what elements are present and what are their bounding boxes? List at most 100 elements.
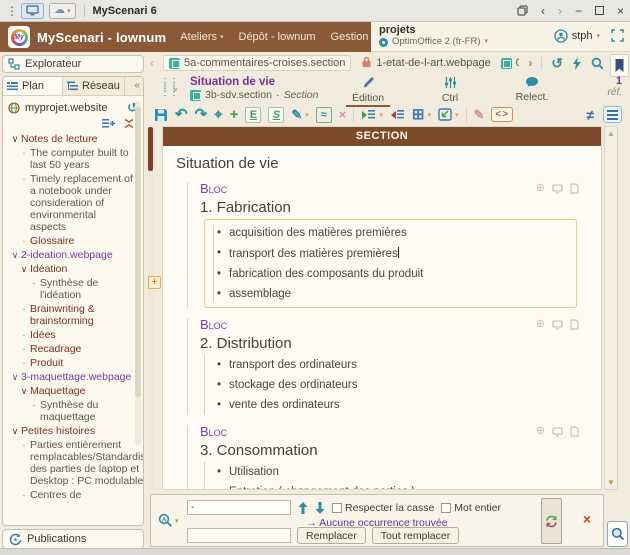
- list-item[interactable]: transport des ordinateurs: [213, 355, 587, 375]
- find-previous-icon[interactable]: [298, 502, 308, 514]
- publications-bar[interactable]: Publications: [2, 529, 144, 549]
- save-icon[interactable]: [154, 108, 168, 122]
- list-item[interactable]: Utilisation: [213, 462, 587, 482]
- close-button[interactable]: ×: [617, 4, 624, 18]
- compare-icon[interactable]: ≠: [586, 107, 594, 123]
- block-tag-label[interactable]: Bloc: [200, 425, 227, 438]
- menu-item-gestion[interactable]: Gestion▾: [331, 31, 375, 43]
- cloud-mode-button[interactable]: ☁ ▾: [49, 3, 76, 19]
- table-icon[interactable]: ⊞: [412, 107, 425, 122]
- tree-item[interactable]: -Parties entièrement remplacables/Standa…: [7, 439, 134, 487]
- list-item[interactable]: assemblage: [213, 284, 576, 304]
- tree-item[interactable]: -Brainwriting & brainstorming: [7, 303, 134, 327]
- block-display-icon[interactable]: [552, 427, 563, 437]
- block-item-list[interactable]: transport des ordinateursstockage des or…: [204, 355, 587, 415]
- pen-style-icon[interactable]: ✎: [291, 108, 302, 121]
- block-heading[interactable]: 2. Distribution: [200, 335, 587, 352]
- formula-icon[interactable]: ≈: [316, 107, 332, 123]
- insert-block-icon[interactable]: [438, 108, 452, 121]
- scroll-down-icon[interactable]: ▼: [605, 478, 617, 487]
- block-globe-icon[interactable]: ⊕: [536, 183, 545, 194]
- add-block-button[interactable]: +: [148, 276, 161, 289]
- tree-item[interactable]: -Recadrage: [7, 343, 134, 355]
- minimize-button[interactable]: −: [575, 4, 582, 18]
- whole-word-checkbox[interactable]: Mot entier: [441, 502, 501, 514]
- list-item[interactable]: transport des matières premières: [213, 243, 576, 264]
- dropdown-caret-icon[interactable]: ▾: [427, 111, 431, 119]
- tree-item[interactable]: -Glossaire: [7, 235, 134, 247]
- nav-forward-icon[interactable]: ›: [558, 4, 562, 18]
- match-case-checkbox[interactable]: Respecter la casse: [332, 502, 434, 514]
- undo-icon[interactable]: ↶: [175, 107, 188, 122]
- menu-item-d-p-t-lownum[interactable]: Dépôt - lownum: [239, 31, 316, 43]
- tabs-scroll-right-icon[interactable]: ›: [528, 56, 532, 70]
- tree-item[interactable]: -Centres de remanufacture: [7, 489, 134, 503]
- close-search-icon[interactable]: ×: [583, 512, 591, 526]
- block-tag-label[interactable]: Bloc: [200, 182, 227, 195]
- collapse-all-icon[interactable]: [123, 118, 135, 129]
- dropdown-caret-icon[interactable]: ▾: [379, 111, 383, 119]
- dropdown-caret-icon[interactable]: ▾: [305, 111, 309, 119]
- block-heading[interactable]: 1. Fabrication: [200, 199, 587, 216]
- redo-icon[interactable]: ↷: [195, 107, 208, 122]
- block-item-list[interactable]: UtilisationEntretien ( changement des pa…: [204, 462, 587, 490]
- replace-all-button[interactable]: Tout remplacer: [372, 527, 459, 544]
- insert-plus-icon[interactable]: +: [230, 107, 239, 122]
- user-menu[interactable]: stph ▾: [554, 29, 600, 43]
- tree-item[interactable]: ∨Notes de lecture: [7, 133, 134, 145]
- list-item[interactable]: stockage des ordinateurs: [213, 375, 587, 395]
- code-view-button[interactable]: <>: [491, 107, 513, 122]
- document-tab[interactable]: 5a-commentaires-croises.section: [163, 55, 351, 71]
- explorer-header[interactable]: Explorateur: [2, 55, 144, 73]
- block-display-icon[interactable]: [552, 184, 563, 194]
- loop-search-toggle[interactable]: [541, 498, 562, 544]
- find-next-icon[interactable]: [315, 502, 325, 514]
- tree-item[interactable]: ∨Petites histoires: [7, 425, 134, 437]
- expand-all-icon[interactable]: [102, 118, 115, 129]
- tree-item[interactable]: -Synthèse du maquettage: [7, 399, 134, 423]
- special-style-button[interactable]: S: [268, 107, 284, 123]
- list-item[interactable]: fabrication des composants du produit: [213, 264, 576, 284]
- search-input[interactable]: [187, 500, 291, 515]
- remove-icon[interactable]: ×: [339, 108, 347, 121]
- outline-view-button[interactable]: [603, 106, 622, 123]
- block-tag-label[interactable]: Bloc: [200, 318, 227, 331]
- list-item[interactable]: Entretien ( changement des parties ): [213, 482, 587, 490]
- block-display-icon[interactable]: [552, 320, 563, 330]
- zoom-button[interactable]: [607, 521, 628, 547]
- replace-button[interactable]: Remplacer: [297, 527, 366, 544]
- app-kebab-menu-icon[interactable]: ⋮: [6, 4, 16, 18]
- project-root-row[interactable]: myprojet.website ↺: [3, 96, 143, 117]
- references-indicator[interactable]: 1 réf.: [608, 76, 622, 98]
- outdent-icon[interactable]: [390, 109, 405, 121]
- block-heading[interactable]: 3. Consommation: [200, 442, 587, 459]
- block-page-icon[interactable]: [570, 426, 579, 437]
- tree-item[interactable]: ∨Idéation: [7, 263, 134, 275]
- scrollbar-thumb[interactable]: [135, 107, 141, 397]
- block-page-icon[interactable]: [570, 319, 579, 330]
- tree-item[interactable]: -Synthèse de l'idéation: [7, 277, 134, 301]
- tree-item[interactable]: ∨3-maquettage.webpage: [7, 371, 134, 383]
- desktop-mode-button[interactable]: [21, 3, 44, 19]
- drag-handle-icon[interactable]: ⋮⋮⋮⋮⋮⋮: [160, 80, 168, 96]
- tree-item[interactable]: ∨Maquettage: [7, 385, 134, 397]
- replace-input[interactable]: [187, 528, 291, 543]
- block-item-list[interactable]: acquisition des matières premièrestransp…: [204, 219, 577, 308]
- locate-icon[interactable]: ⌖: [214, 107, 222, 122]
- menu-item-ateliers[interactable]: Ateliers▾: [180, 31, 223, 43]
- tree-item[interactable]: ∨2-ideation.webpage: [7, 249, 134, 261]
- list-item[interactable]: acquisition des matières premières: [213, 223, 576, 243]
- sidebar-scrollbar[interactable]: [135, 101, 141, 445]
- review-pen-icon[interactable]: ✎: [474, 108, 485, 121]
- tabs-scroll-left-icon[interactable]: ‹: [150, 56, 154, 70]
- dropdown-caret-icon[interactable]: ▾: [455, 111, 459, 119]
- maximize-button[interactable]: [595, 6, 604, 15]
- indent-icon[interactable]: [361, 109, 376, 121]
- copy-window-icon[interactable]: [517, 5, 528, 16]
- tab-plan[interactable]: Plan: [3, 77, 63, 95]
- tree-item[interactable]: -Idées: [7, 329, 134, 341]
- search-icon[interactable]: [591, 57, 604, 70]
- tree-item[interactable]: -Timely replacement of a notebook under …: [7, 173, 134, 233]
- scroll-up-icon[interactable]: ▲: [605, 129, 617, 138]
- tab-reseau[interactable]: Réseau: [63, 77, 125, 95]
